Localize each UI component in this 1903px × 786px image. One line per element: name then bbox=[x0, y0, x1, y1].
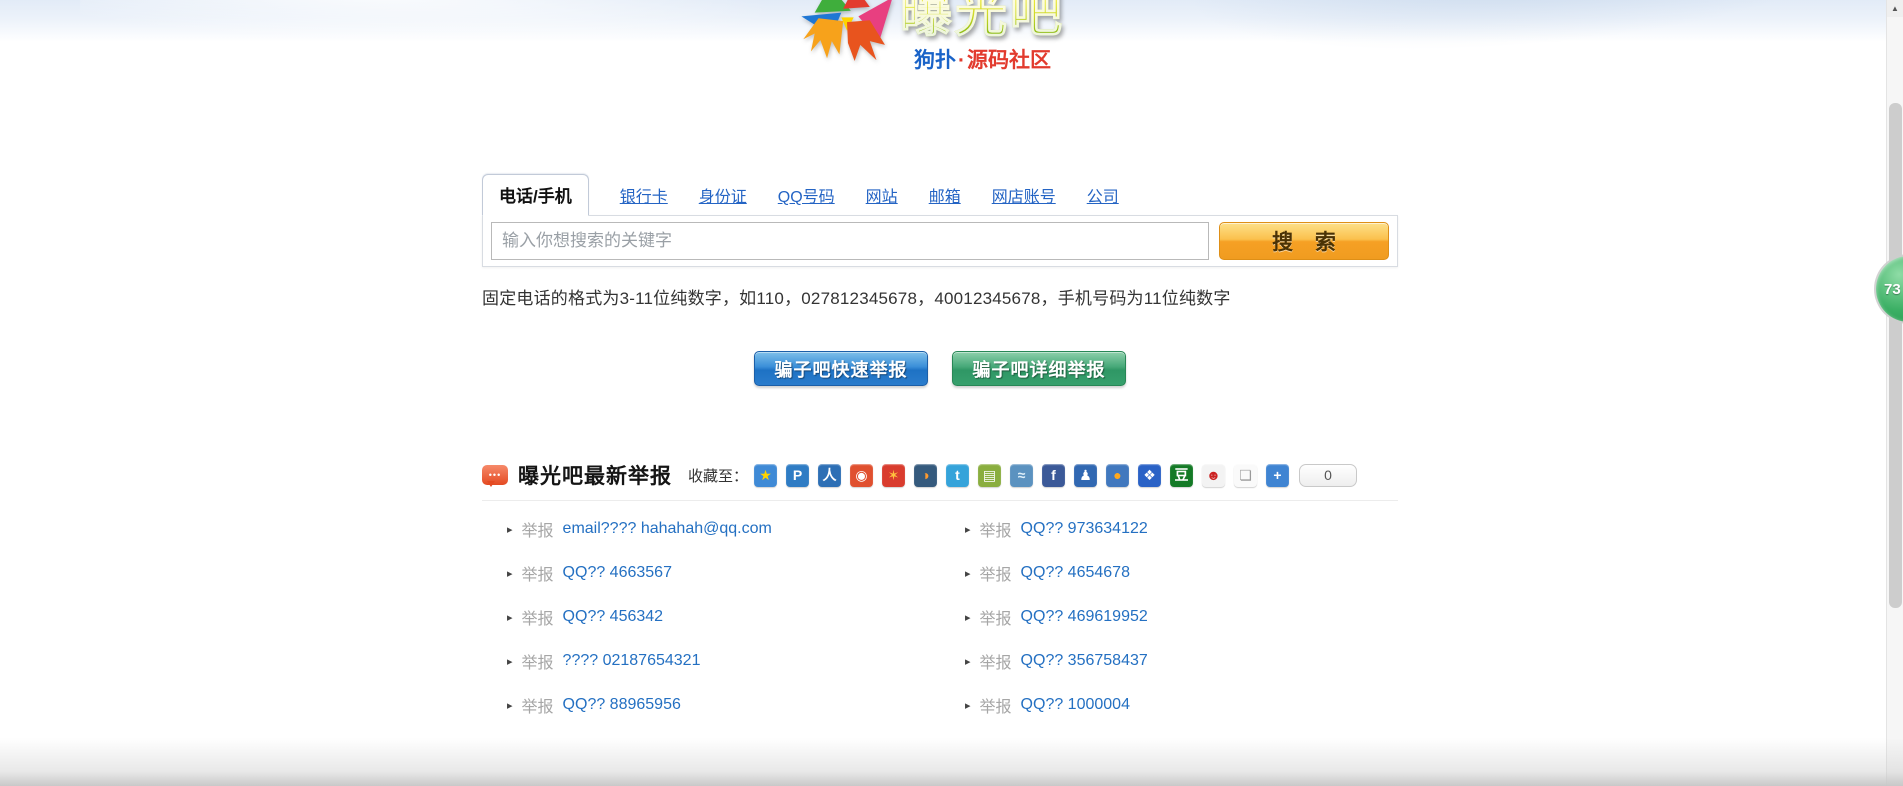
red-star-icon[interactable]: ✶ bbox=[882, 464, 905, 487]
douban-icon[interactable]: 豆 bbox=[1170, 464, 1193, 487]
list-item: ▸ 举报 QQ?? 1000004 bbox=[940, 683, 1398, 727]
duck-icon[interactable]: ● bbox=[1106, 464, 1129, 487]
scrollbar-up-arrow-icon[interactable]: ▲ bbox=[1887, 0, 1903, 17]
bullet-arrow-icon: ▸ bbox=[965, 523, 971, 536]
report-prefix: 举报 bbox=[980, 649, 1012, 673]
share-more-icon[interactable]: + bbox=[1266, 464, 1289, 487]
speech-bubble-icon: ••• bbox=[482, 465, 508, 485]
banner-wave-decoration bbox=[79, 0, 782, 68]
scrollbar-track[interactable]: ▲ bbox=[1886, 0, 1903, 786]
report-prefix: 举报 bbox=[522, 649, 554, 673]
report-link[interactable]: QQ?? 469619952 bbox=[1021, 608, 1148, 626]
mascot-icon[interactable]: ☻ bbox=[1202, 464, 1225, 487]
report-link[interactable]: QQ?? 356758437 bbox=[1021, 652, 1148, 670]
logo-title: 曝光吧 bbox=[900, 0, 1065, 42]
bullet-arrow-icon: ▸ bbox=[507, 611, 513, 624]
scrollbar-thumb[interactable] bbox=[1889, 103, 1902, 608]
twitter-icon[interactable]: t bbox=[946, 464, 969, 487]
latest-reports-section: ••• 曝光吧最新举报 收藏至： ★ P人 ◉ ✶ ◑ t ▤ ≈ f ♟ ● ❖ 豆 ☻ ❏ + 0 ▸ 举… bbox=[482, 460, 1398, 727]
report-prefix: 举报 bbox=[522, 517, 554, 541]
search-input[interactable] bbox=[491, 222, 1209, 260]
report-link[interactable]: QQ?? 973634122 bbox=[1021, 520, 1148, 538]
bottom-gradient-bar bbox=[0, 738, 1903, 786]
report-buttons: 骗子吧快速举报 骗子吧详细举报 bbox=[482, 351, 1398, 386]
fish-icon[interactable]: ≈ bbox=[1010, 464, 1033, 487]
green-card-icon[interactable]: ▤ bbox=[978, 464, 1001, 487]
report-link[interactable]: QQ?? 88965956 bbox=[563, 696, 681, 714]
reports-list: ▸ 举报 email???? hahahah@qq.com ▸ 举报 QQ?? … bbox=[482, 507, 1398, 727]
tab-phone-active[interactable]: 电话/手机 bbox=[482, 174, 589, 216]
list-item: ▸ 举报 QQ?? 4654678 bbox=[940, 551, 1398, 595]
bullet-arrow-icon: ▸ bbox=[507, 655, 513, 668]
bullet-arrow-icon: ▸ bbox=[507, 567, 513, 580]
report-link[interactable]: ???? 02187654321 bbox=[563, 652, 701, 670]
section-title: 曝光吧最新举报 bbox=[518, 460, 672, 490]
latest-reports-header: ••• 曝光吧最新举报 收藏至： ★ P人 ◉ ✶ ◑ t ▤ ≈ f ♟ ● ❖ 豆 ☻ ❏ + 0 bbox=[482, 460, 1398, 501]
baidu-paw-icon[interactable]: ❖ bbox=[1138, 464, 1161, 487]
floating-counter-badge[interactable]: 73 bbox=[1876, 256, 1903, 322]
report-link[interactable]: QQ?? 456342 bbox=[563, 608, 664, 626]
bullet-arrow-icon: ▸ bbox=[965, 699, 971, 712]
baidu-collect-icon[interactable]: P bbox=[786, 464, 809, 487]
tab-link[interactable]: 银行卡 bbox=[620, 183, 668, 216]
list-item: ▸ 举报 QQ?? 356758437 bbox=[940, 639, 1398, 683]
bullet-arrow-icon: ▸ bbox=[965, 611, 971, 624]
bullet-arrow-icon: ▸ bbox=[965, 655, 971, 668]
report-prefix: 举报 bbox=[980, 517, 1012, 541]
tab-link[interactable]: QQ号码 bbox=[778, 183, 835, 216]
report-link[interactable]: email???? hahahah@qq.com bbox=[563, 520, 772, 538]
bullet-arrow-icon: ▸ bbox=[507, 523, 513, 536]
bullet-arrow-icon: ▸ bbox=[507, 699, 513, 712]
main-content: 电话/手机 银行卡身份证QQ号码网站邮箱网店账号公司 搜 索 固定电话的格式为3… bbox=[482, 182, 1398, 727]
report-prefix: 举报 bbox=[522, 693, 554, 717]
list-item: ▸ 举报 QQ?? 469619952 bbox=[940, 595, 1398, 639]
logo-subtitle: 狗扑·源码社区 bbox=[900, 44, 1065, 74]
list-item: ▸ 举报 QQ?? 88965956 bbox=[482, 683, 940, 727]
tab-links: 银行卡身份证 QQ号码网站邮箱网店账号公司 bbox=[589, 183, 1119, 216]
tab-link[interactable]: 网店账号 bbox=[992, 183, 1056, 216]
list-item: ▸ 举报 ???? 02187654321 bbox=[482, 639, 940, 683]
tab-link[interactable]: 身份证 bbox=[699, 183, 747, 216]
reports-column-right: ▸ 举报 QQ?? 973634122 ▸ 举报 QQ?? 4654678 ▸ … bbox=[940, 507, 1398, 727]
report-prefix: 举报 bbox=[980, 605, 1012, 629]
report-prefix: 举报 bbox=[980, 693, 1012, 717]
banner-wave-decoration bbox=[1160, 0, 1785, 83]
list-item: ▸ 举报 QQ?? 456342 bbox=[482, 595, 940, 639]
detail-report-button[interactable]: 骗子吧详细举报 bbox=[952, 351, 1126, 386]
bookmark-to-label: 收藏至： bbox=[688, 465, 748, 486]
report-prefix: 举报 bbox=[522, 605, 554, 629]
format-help-text: 固定电话的格式为3-11位纯数字，如110，027812345678，40012… bbox=[482, 284, 1398, 309]
report-link[interactable]: QQ?? 4654678 bbox=[1021, 564, 1130, 582]
bullet-arrow-icon: ▸ bbox=[965, 567, 971, 580]
logo-star-icon bbox=[794, 0, 900, 62]
tab-link[interactable]: 公司 bbox=[1087, 183, 1119, 216]
quick-report-button[interactable]: 骗子吧快速举报 bbox=[754, 351, 928, 386]
list-item: ▸ 举报 QQ?? 973634122 bbox=[940, 507, 1398, 551]
list-item: ▸ 举报 email???? hahahah@qq.com bbox=[482, 507, 940, 551]
copy-icon[interactable]: ❏ bbox=[1234, 464, 1257, 487]
list-item: ▸ 举报 QQ?? 4663567 bbox=[482, 551, 940, 595]
tab-link[interactable]: 网站 bbox=[866, 183, 898, 216]
report-link[interactable]: QQ?? 1000004 bbox=[1021, 696, 1130, 714]
logo-subtitle-blue: 狗扑 bbox=[914, 49, 956, 72]
report-link[interactable]: QQ?? 4663567 bbox=[563, 564, 672, 582]
logo-subtitle-red: 源码社区 bbox=[967, 49, 1051, 72]
reports-column-left: ▸ 举报 email???? hahahah@qq.com ▸ 举报 QQ?? … bbox=[482, 507, 940, 727]
renren-icon[interactable]: 人 bbox=[818, 464, 841, 487]
share-count-badge[interactable]: 0 bbox=[1299, 464, 1357, 487]
myspace-icon[interactable]: ♟ bbox=[1074, 464, 1097, 487]
tab-link[interactable]: 邮箱 bbox=[929, 183, 961, 216]
qq-bookmark-icon[interactable]: ★ bbox=[754, 464, 777, 487]
share-icons-row: ★ P人 ◉ ✶ ◑ t ▤ ≈ f ♟ ● ❖ 豆 ☻ ❏ + bbox=[754, 464, 1289, 487]
report-prefix: 举报 bbox=[980, 561, 1012, 585]
report-prefix: 举报 bbox=[522, 561, 554, 585]
search-tabs: 电话/手机 银行卡身份证QQ号码网站邮箱网店账号公司 bbox=[482, 182, 1398, 216]
search-panel: 搜 索 bbox=[482, 215, 1398, 267]
sina-weibo-icon[interactable]: ◉ bbox=[850, 464, 873, 487]
site-logo[interactable]: 曝光吧 狗扑·源码社区 bbox=[794, 0, 1065, 74]
facebook-icon[interactable]: f bbox=[1042, 464, 1065, 487]
search-button[interactable]: 搜 索 bbox=[1219, 222, 1389, 260]
swirl-icon[interactable]: ◑ bbox=[914, 464, 937, 487]
logo-subtitle-dot: · bbox=[958, 49, 965, 72]
